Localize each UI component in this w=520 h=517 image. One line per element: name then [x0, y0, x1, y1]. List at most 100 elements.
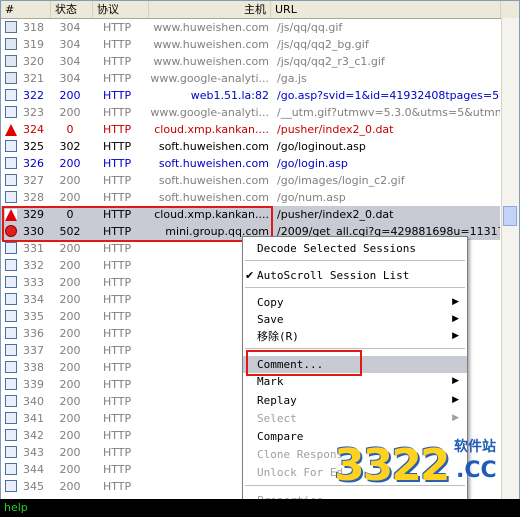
- row-host: cloud.xmp.kankan....: [154, 123, 269, 136]
- menu-select[interactable]: Select ▶: [243, 410, 467, 427]
- row-status: 200: [59, 276, 81, 289]
- menu-clone-response[interactable]: Clone Respons: [243, 446, 467, 463]
- vertical-scrollbar[interactable]: [501, 18, 519, 500]
- row-icon-cell: [5, 36, 21, 53]
- page-icon: [5, 157, 17, 169]
- table-row[interactable]: 328 200 HTTP soft.huweishen.com/go/num.asp: [1, 189, 500, 206]
- blocked-icon: [5, 225, 17, 237]
- row-number: 337: [23, 344, 44, 357]
- row-url: /pusher/index2_0.dat: [277, 208, 394, 221]
- page-icon: [5, 293, 17, 305]
- page-icon: [5, 191, 17, 203]
- row-icon-cell: [5, 155, 21, 172]
- error-icon: [5, 209, 17, 221]
- row-number: 335: [23, 310, 44, 323]
- page-icon: [5, 106, 17, 118]
- menu-compare-label: Compare: [257, 430, 304, 443]
- table-row[interactable]: 322 200 HTTP web1.51.la:82/go.asp?svid=1&id…: [1, 87, 500, 104]
- table-row[interactable]: 319 304 HTTP www.huweishen.com/js/qq/qq2_bg…: [1, 36, 500, 53]
- row-host: soft.huweishen.com: [158, 191, 269, 204]
- table-row[interactable]: 323 200 HTTP www.google-analyti.../__utm.gi…: [1, 104, 500, 121]
- row-number: 345: [23, 480, 44, 493]
- menu-mark[interactable]: Mark ▶: [243, 373, 467, 390]
- row-host: soft.huweishen.com: [158, 174, 269, 187]
- row-status: 200: [59, 429, 81, 442]
- row-url: /go.asp?svid=1&id=41932408tpages=5&t...: [277, 89, 500, 102]
- submenu-arrow-icon: ▶: [452, 297, 459, 307]
- row-number: 336: [23, 327, 44, 340]
- menu-unlock-for-editing[interactable]: Unlock For Ed: [243, 464, 467, 481]
- menu-remove[interactable]: 移除(R) ▶: [243, 328, 467, 345]
- table-row[interactable]: 327 200 HTTP soft.huweishen.com/go/images/l…: [1, 172, 500, 189]
- row-number: 344: [23, 463, 44, 476]
- row-number: 339: [23, 378, 44, 391]
- row-icon-cell: [5, 240, 21, 257]
- menu-replay[interactable]: Replay ▶: [243, 392, 467, 409]
- table-row[interactable]: 325 302 HTTP soft.huweishen.com/go/loginout…: [1, 138, 500, 155]
- row-status: 200: [59, 310, 81, 323]
- row-icon-cell: [5, 478, 21, 495]
- column-header: # 状态 协议 主机 URL: [1, 1, 519, 19]
- menu-decode-sessions[interactable]: Decode Selected Sessions: [243, 240, 467, 257]
- row-number: 328: [23, 191, 44, 204]
- row-icon-cell: [5, 104, 21, 121]
- table-row[interactable]: 329 0 HTTP cloud.xmp.kankan..../pusher/inde…: [1, 206, 500, 223]
- row-url: /go/num.asp: [277, 191, 346, 204]
- page-icon: [5, 310, 17, 322]
- table-row[interactable]: 320 304 HTTP www.huweishen.com/js/qq/qq2_r3…: [1, 53, 500, 70]
- page-icon: [5, 344, 17, 356]
- menu-separator: [245, 348, 465, 349]
- row-icon-cell: [5, 376, 21, 393]
- row-status: 304: [59, 21, 81, 34]
- table-row[interactable]: 318 304 HTTP www.huweishen.com/js/qq/qq.gif: [1, 19, 500, 36]
- column-status[interactable]: 状态: [51, 1, 93, 18]
- column-host[interactable]: 主机: [149, 1, 271, 18]
- row-number: 334: [23, 293, 44, 306]
- menu-copy[interactable]: Copy ▶: [243, 294, 467, 311]
- row-url: /go/images/login_c2.gif: [277, 174, 405, 187]
- row-status: 304: [59, 72, 81, 85]
- page-icon: [5, 361, 17, 373]
- menu-separator: [245, 485, 465, 486]
- row-icon-cell: [5, 274, 21, 291]
- row-number: 329: [23, 208, 44, 221]
- column-protocol[interactable]: 协议: [93, 1, 149, 18]
- page-icon: [5, 276, 17, 288]
- menu-autoscroll-label: AutoScroll Session List: [257, 269, 410, 282]
- scrollbar-thumb[interactable]: [503, 206, 517, 226]
- menu-mark-label: Mark: [257, 375, 284, 388]
- row-status: 200: [59, 106, 81, 119]
- page-icon: [5, 327, 17, 339]
- table-row[interactable]: 321 304 HTTP www.google-analyti.../ga.js: [1, 70, 500, 87]
- row-number: 327: [23, 174, 44, 187]
- page-icon: [5, 480, 17, 492]
- menu-remove-label: 移除(R): [257, 330, 299, 343]
- menu-decode-label: Decode Selected Sessions: [257, 242, 416, 255]
- column-num[interactable]: #: [1, 1, 51, 18]
- menu-save[interactable]: Save ▶: [243, 311, 467, 328]
- row-status: 200: [59, 191, 81, 204]
- status-bar-text: help: [4, 501, 28, 514]
- script-icon: [5, 38, 17, 50]
- row-number: 330: [23, 225, 44, 238]
- row-icon-cell: [5, 53, 21, 70]
- submenu-arrow-icon: ▶: [452, 331, 459, 341]
- menu-comment[interactable]: Comment...: [243, 356, 467, 373]
- row-icon-cell: [5, 461, 21, 478]
- row-icon-cell: [5, 342, 21, 359]
- row-status: 200: [59, 361, 81, 374]
- table-row[interactable]: 326 200 HTTP soft.huweishen.com/go/login.as…: [1, 155, 500, 172]
- status-bar: help: [0, 499, 520, 517]
- row-host: www.huweishen.com: [153, 55, 269, 68]
- row-status: 302: [59, 140, 81, 153]
- script-icon: [5, 72, 17, 84]
- row-icon-cell: [5, 223, 21, 240]
- row-status: 200: [59, 378, 81, 391]
- row-icon-cell: [5, 172, 21, 189]
- menu-autoscroll[interactable]: ✔ AutoScroll Session List: [243, 267, 467, 284]
- column-url[interactable]: URL: [271, 1, 501, 18]
- menu-compare[interactable]: Compare: [243, 428, 467, 445]
- table-row[interactable]: 324 0 HTTP cloud.xmp.kankan..../pusher/inde…: [1, 121, 500, 138]
- menu-unlock-label: Unlock For Ed: [257, 466, 344, 479]
- row-icon-cell: [5, 393, 21, 410]
